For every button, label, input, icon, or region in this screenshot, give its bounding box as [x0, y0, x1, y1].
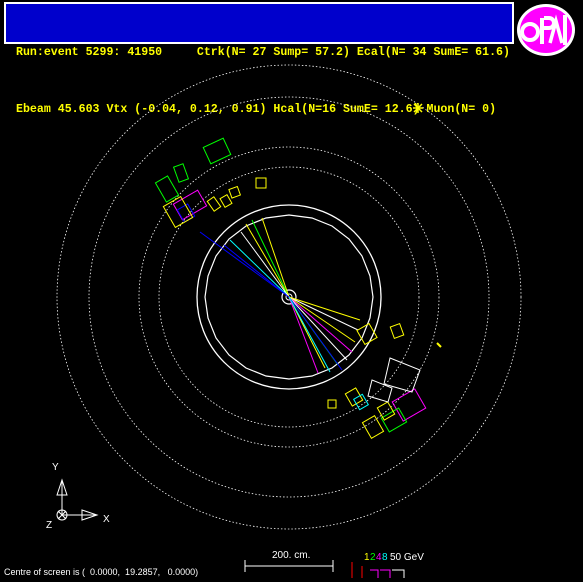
event-info-panel: Run:event 5299: 41950 Ctrk(N= 27 Sump= 5…	[4, 2, 514, 116]
track-group-upper	[199, 217, 290, 298]
coil-circle	[196, 204, 382, 390]
muon-hit-marker	[436, 342, 442, 348]
axis-z-label: Z	[46, 520, 53, 531]
axis-y-label: Y	[52, 462, 59, 473]
screen-centre-text: Centre of screen is ( 0.0000, 19.2857, 0…	[4, 567, 199, 577]
event-info-line-2: Ebeam 45.603 Vtx (-0.04, 0.12, 0.91) Hca…	[16, 103, 497, 116]
energy-label-8: 8	[382, 552, 388, 563]
energy-label-2: 2	[370, 552, 376, 563]
jet-chamber-polygon	[204, 214, 374, 380]
energy-scale-bars	[351, 562, 405, 578]
opal-logo	[517, 4, 575, 56]
ecal-inner-circle	[158, 166, 420, 428]
beam-pipe-circle	[285, 293, 293, 301]
energy-label-4: 4	[376, 552, 382, 563]
energy-label-1: 1	[364, 552, 370, 563]
axis-indicator	[56, 478, 99, 521]
ecal-outer-circle	[138, 146, 440, 448]
calorimeter-blocks-lower	[327, 322, 427, 439]
vertex-detector-circle	[281, 289, 297, 305]
axis-x-label: X	[103, 514, 110, 525]
event-info-line-1: Run:event 5299: 41950 Ctrk(N= 27 Sump= 5…	[16, 46, 510, 59]
calorimeter-blocks-upper	[154, 137, 267, 229]
energy-label-50: 50 GeV	[390, 552, 424, 563]
track-group-lower	[288, 296, 361, 374]
hcal-boundary-circle	[88, 96, 490, 498]
scale-label: 200. cm.	[272, 550, 311, 561]
scale-bar	[244, 560, 334, 572]
